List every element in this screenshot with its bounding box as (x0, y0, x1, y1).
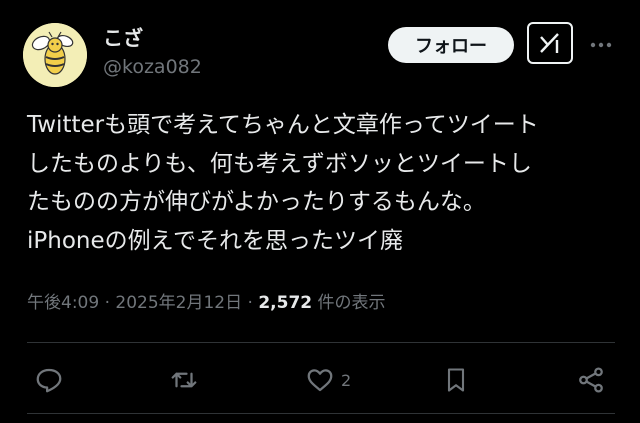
user-handle[interactable]: @koza082 (103, 56, 202, 78)
display-name[interactable]: こざ (103, 22, 143, 51)
tweet-meta: 午後4:09 · 2025年2月12日 · 2,572 件の表示 (27, 288, 386, 313)
views-label[interactable]: 件の表示 (318, 293, 386, 313)
tweet-time[interactable]: 午後4:09 (27, 293, 99, 313)
grok-button[interactable] (527, 22, 573, 64)
bookmark-icon (447, 368, 465, 392)
views-count[interactable]: 2,572 (258, 293, 312, 313)
divider (27, 342, 615, 343)
meta-separator: · (247, 293, 253, 313)
reply-button[interactable] (34, 360, 64, 400)
grok-icon (540, 33, 559, 53)
bee-icon (23, 23, 87, 87)
follow-button[interactable]: フォロー (388, 27, 514, 63)
more-dots-icon (590, 42, 612, 48)
bookmark-button[interactable] (442, 360, 470, 400)
divider (27, 413, 615, 414)
heart-icon (307, 369, 333, 392)
avatar[interactable] (23, 23, 87, 87)
tweet-text: Twitterも頭で考えてちゃんと文章作ってツイート したものよりも、何も考えず… (27, 106, 627, 260)
meta-separator: · (104, 293, 110, 313)
tweet-line: したものよりも、何も考えずボソッとツイートし (27, 150, 532, 177)
action-bar: 2 (0, 360, 640, 400)
tweet-line: Twitterも頭で考えてちゃんと文章作ってツイート (27, 112, 539, 138)
share-button[interactable] (576, 360, 606, 400)
like-count: 2 (341, 370, 352, 390)
tweet-line: iPhoneの例えでそれを思ったツイ廃 (27, 227, 403, 254)
more-button[interactable] (586, 30, 616, 60)
retweet-icon (171, 372, 197, 388)
share-icon (579, 367, 603, 393)
like-button[interactable]: 2 (305, 360, 351, 400)
retweet-button[interactable] (169, 360, 199, 400)
reply-icon (36, 368, 62, 393)
tweet-date[interactable]: 2025年2月12日 (115, 293, 242, 313)
tweet-line: たものの方が伸びがよかったりするもんな。 (27, 189, 486, 215)
